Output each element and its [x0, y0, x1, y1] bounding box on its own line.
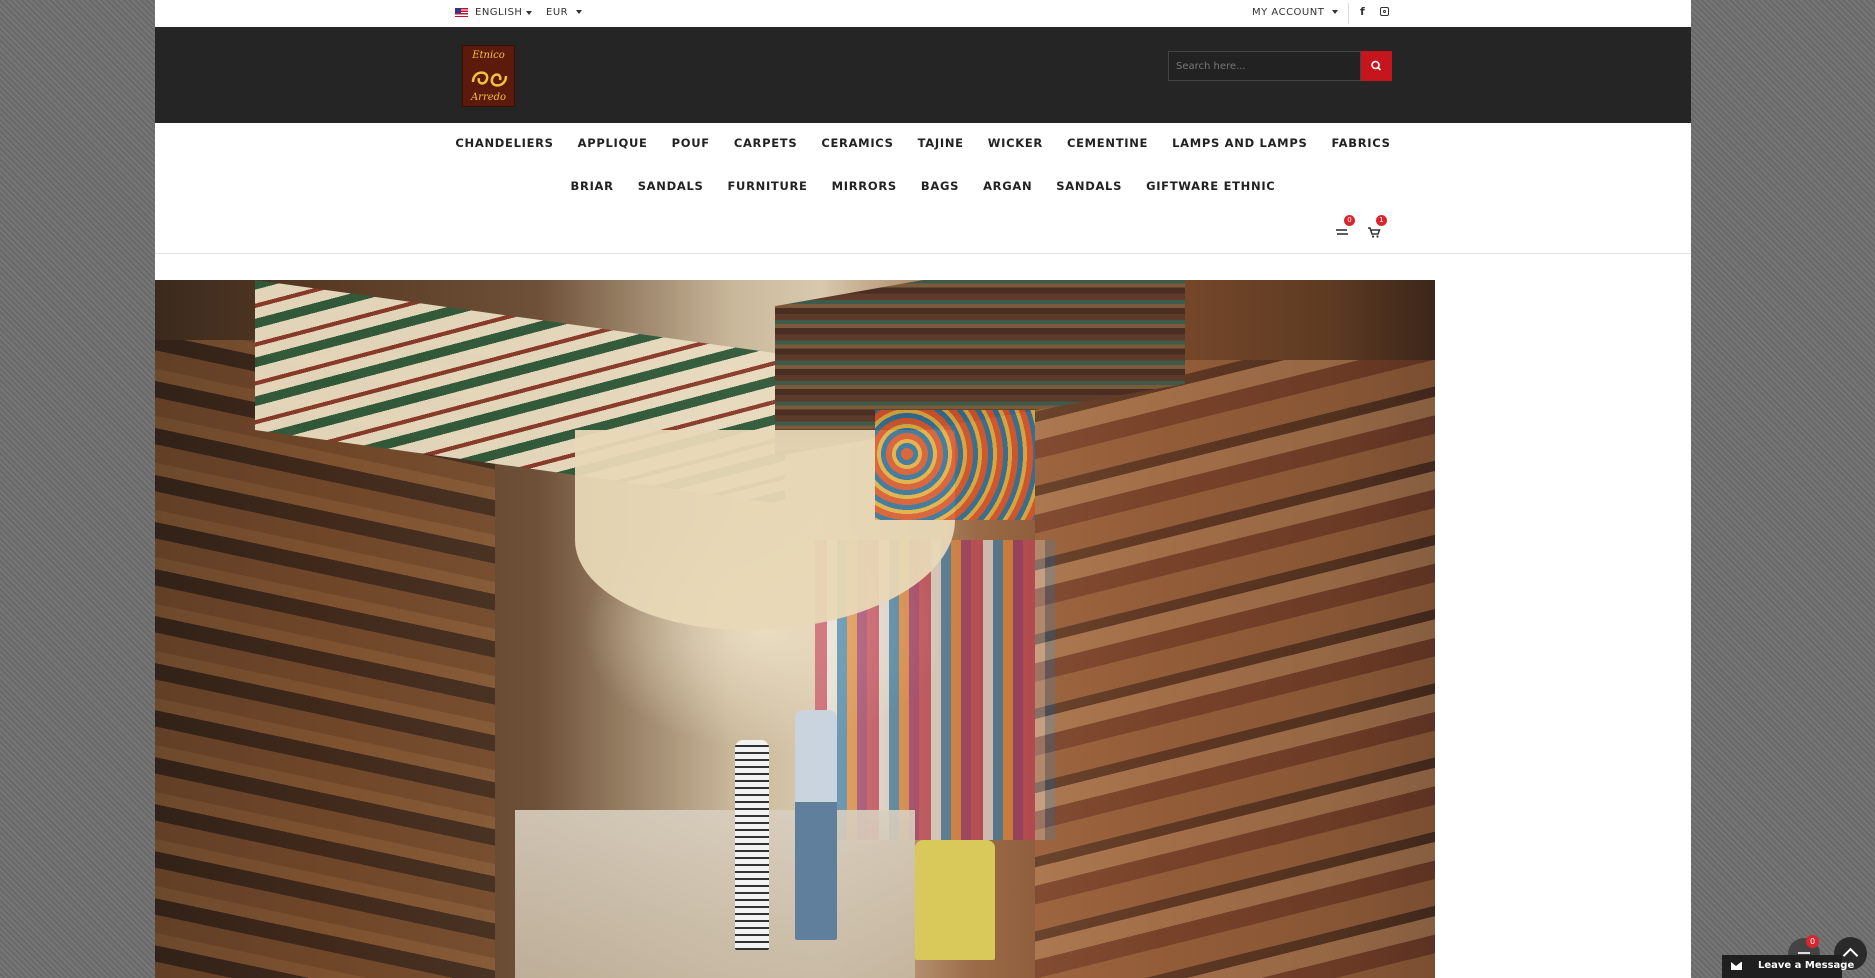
- hero-image-market: [155, 280, 1435, 978]
- nav-row-1: CHANDELIERS APPLIQUE POUF CARPETS CERAMI…: [155, 136, 1691, 150]
- nav-item-ceramics[interactable]: CERAMICS: [809, 136, 905, 150]
- nav-item-mirrors[interactable]: MIRRORS: [820, 179, 909, 193]
- leave-message-widget[interactable]: Leave a Message: [1722, 955, 1854, 978]
- nav-item-bags[interactable]: BAGS: [909, 179, 971, 193]
- site-logo[interactable]: Etnico Arredo: [462, 45, 515, 107]
- hero-street: [515, 810, 915, 978]
- nav-item-sandals[interactable]: SANDALS: [626, 179, 716, 193]
- nav-row-2: BRIAR SANDALS FURNITURE MIRRORS BAGS ARG…: [155, 179, 1691, 193]
- cart-button[interactable]: 1: [1367, 215, 1387, 242]
- nav-item-wicker[interactable]: WICKER: [976, 136, 1055, 150]
- nav-item-applique[interactable]: APPLIQUE: [566, 136, 660, 150]
- page: ENGLISH EUR MY ACCOUNT f Etnico Arredo S…: [155, 0, 1691, 978]
- hero-person: [915, 840, 995, 960]
- divider: [1348, 3, 1349, 24]
- caret-down-icon: [526, 10, 533, 15]
- cart-icon: [1368, 227, 1381, 238]
- search-button[interactable]: [1361, 51, 1392, 81]
- nav-item-chandeliers[interactable]: CHANDELIERS: [443, 136, 565, 150]
- compare-icon: [1336, 229, 1348, 235]
- search-icon: [1371, 60, 1382, 71]
- flag-us-icon: [455, 8, 468, 17]
- mail-icon: [1731, 962, 1742, 970]
- hero-person: [735, 740, 769, 950]
- nav-item-furniture[interactable]: FURNITURE: [715, 179, 819, 193]
- nav-item-briar[interactable]: BRIAR: [559, 179, 626, 193]
- nav-item-pouf[interactable]: POUF: [660, 136, 722, 150]
- instagram-icon[interactable]: [1380, 7, 1389, 16]
- my-account-label: MY ACCOUNT: [1252, 7, 1325, 18]
- caret-down-icon: [1332, 10, 1339, 14]
- facebook-icon[interactable]: f: [1360, 5, 1365, 18]
- hero-person: [795, 710, 837, 940]
- nav-item-argan[interactable]: ARGAN: [971, 179, 1044, 193]
- compare-button[interactable]: 0: [1335, 215, 1355, 242]
- nav-item-giftware-ethnic[interactable]: GIFTWARE ETHNIC: [1134, 179, 1287, 193]
- search-input[interactable]: [1168, 51, 1361, 81]
- currency-label: EUR: [546, 7, 569, 18]
- nav-item-carpets[interactable]: CARPETS: [722, 136, 810, 150]
- hero-textile: [875, 410, 1035, 520]
- my-account-menu[interactable]: MY ACCOUNT: [1252, 7, 1339, 18]
- language-label: ENGLISH: [475, 7, 523, 18]
- compare-count-badge: 0: [1344, 215, 1355, 226]
- hero-bags-right: [1035, 360, 1435, 978]
- nav-item-tajine[interactable]: TAJINE: [906, 136, 976, 150]
- language-selector[interactable]: ENGLISH: [455, 7, 533, 18]
- currency-selector[interactable]: EUR: [546, 7, 582, 18]
- top-bar: ENGLISH EUR MY ACCOUNT f: [155, 0, 1691, 27]
- floating-compare-badge: 0: [1806, 935, 1819, 948]
- nav-item-sandals-2[interactable]: SANDALS: [1044, 179, 1134, 193]
- cart-count-badge: 1: [1376, 215, 1387, 226]
- main-nav: CHANDELIERS APPLIQUE POUF CARPETS CERAMI…: [155, 123, 1691, 254]
- nav-item-cementine[interactable]: CEMENTINE: [1055, 136, 1160, 150]
- nav-item-lamps[interactable]: LAMPS AND LAMPS: [1160, 136, 1319, 150]
- site-header: Etnico Arredo: [155, 27, 1691, 123]
- logo-text-bottom: Arredo: [470, 92, 507, 103]
- leave-message-label: Leave a Message: [1758, 960, 1855, 971]
- caret-down-icon: [575, 10, 582, 14]
- nav-item-fabrics[interactable]: FABRICS: [1319, 136, 1402, 150]
